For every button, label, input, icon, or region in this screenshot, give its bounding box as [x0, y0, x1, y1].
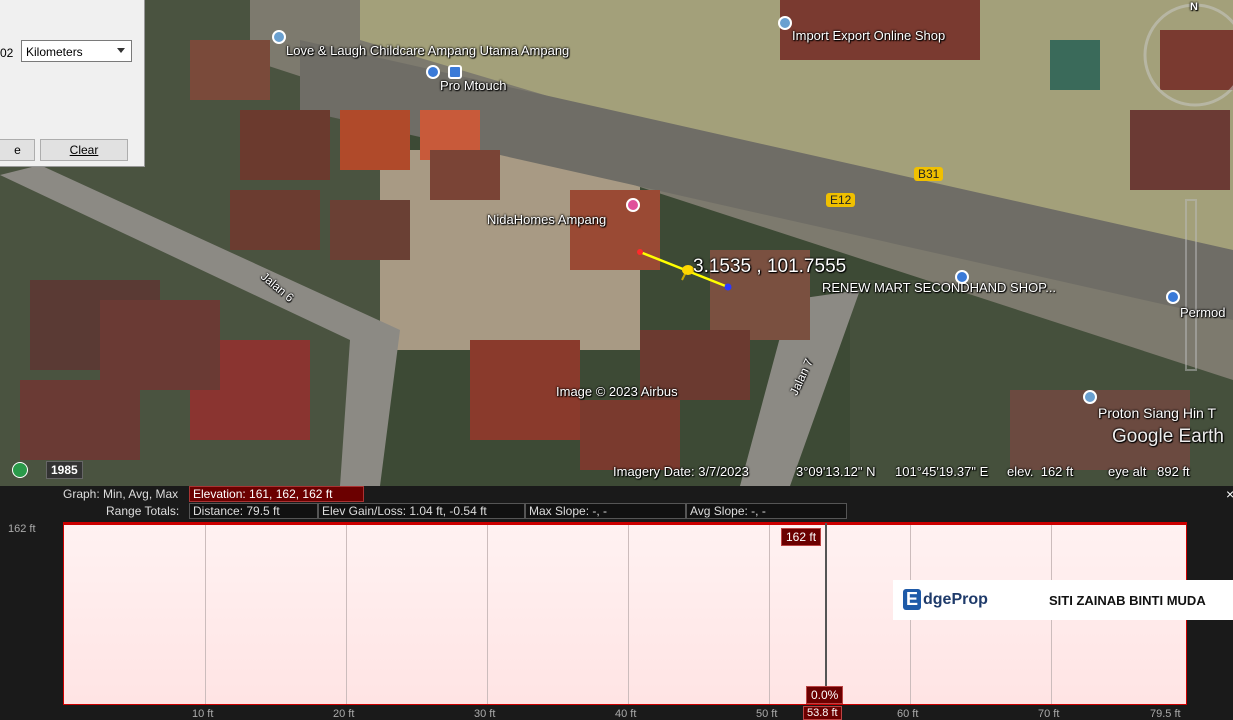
- transit-icon[interactable]: [448, 65, 462, 79]
- image-credit: Image © 2023 Airbus: [556, 384, 678, 399]
- grid-line: [628, 523, 629, 704]
- shop-pin-icon[interactable]: [626, 198, 640, 212]
- historical-imagery-control[interactable]: 1985: [12, 460, 83, 480]
- google-earth-logo: Google Earth: [1112, 426, 1224, 447]
- cursor-elevation-label: 162 ft: [781, 528, 822, 546]
- agent-name: SITI ZAINAB BINTI MUDA: [1049, 593, 1206, 608]
- cursor-distance-label: 53.8 ft: [803, 706, 842, 720]
- x-tick-label: 10 ft: [192, 708, 214, 720]
- path-start-point: [637, 249, 643, 255]
- profile-line: [64, 523, 1186, 525]
- avg-slope-value: Avg Slope: -, -: [686, 503, 847, 519]
- poi-marker-icon[interactable]: [1083, 390, 1097, 404]
- map-label-import-export[interactable]: Import Export Online Shop: [792, 28, 945, 43]
- map-label-pro-mtouch[interactable]: Pro Mtouch: [440, 78, 506, 93]
- compass-north-icon[interactable]: N: [1190, 1, 1198, 13]
- distance-value: Distance: 79.5 ft: [189, 503, 318, 519]
- clear-button[interactable]: Clear: [40, 139, 128, 161]
- y-axis-top-label: 162 ft: [8, 523, 36, 535]
- imagery-date: Imagery Date: 3/7/2023: [613, 464, 749, 479]
- grid-line: [769, 523, 770, 704]
- ruler-panel: 02 Kilometers e Clear: [0, 0, 145, 167]
- x-tick-label: 60 ft: [897, 708, 919, 720]
- elevation-stats: Elevation: 161, 162, 162 ft: [189, 486, 364, 502]
- length-value-fragment: 02: [0, 46, 14, 60]
- shopping-bag-icon[interactable]: [955, 270, 969, 284]
- map-label-childcare[interactable]: Love & Laugh Childcare Ampang Utama Ampa…: [286, 43, 569, 58]
- range-totals-label: Range Totals:: [106, 504, 180, 518]
- grid-line: [346, 523, 347, 704]
- x-tick-label: 79.5 ft: [1150, 708, 1181, 720]
- status-elevation: elev. 162 ft: [1007, 464, 1074, 479]
- chevron-down-icon: [117, 48, 125, 53]
- profile-cursor-line[interactable]: [825, 523, 827, 704]
- map-label-proton[interactable]: Proton Siang Hin T: [1098, 405, 1216, 421]
- path-end-point: [724, 283, 732, 291]
- poi-marker-icon[interactable]: [778, 16, 792, 30]
- graph-label: Graph: Min, Avg, Max: [63, 487, 179, 501]
- x-tick-label: 20 ft: [333, 708, 355, 720]
- map-view[interactable]: Love & Laugh Childcare Ampang Utama Ampa…: [0, 0, 1233, 486]
- clock-icon[interactable]: [12, 462, 28, 478]
- status-latitude: 3°09'13.12" N: [796, 464, 876, 479]
- edgeprop-logo-text: dgeProp: [923, 591, 988, 608]
- x-tick-label: 40 ft: [615, 708, 637, 720]
- satellite-imagery: [0, 0, 1233, 486]
- coordinate-overlay: 3.1535 , 101.7555: [693, 256, 847, 277]
- unit-select[interactable]: Kilometers: [21, 40, 132, 62]
- bus-stop-icon[interactable]: [426, 65, 440, 79]
- poi-marker-icon[interactable]: [272, 30, 286, 44]
- x-tick-label: 50 ft: [756, 708, 778, 720]
- status-eye-altitude: eye alt 892 ft: [1108, 464, 1190, 479]
- x-tick-label: 70 ft: [1038, 708, 1060, 720]
- mouse-navigation-button[interactable]: e: [0, 139, 35, 161]
- shopping-bag-icon[interactable]: [1166, 290, 1180, 304]
- edgeprop-logo-mark: E: [903, 589, 922, 610]
- unit-select-value: Kilometers: [26, 45, 83, 59]
- map-label-renew-mart[interactable]: RENEW MART SECONDHAND SHOP...: [822, 280, 1056, 295]
- grid-line: [487, 523, 488, 704]
- max-slope-value: Max Slope: -, -: [525, 503, 686, 519]
- x-tick-label: 30 ft: [474, 708, 496, 720]
- close-profile-icon[interactable]: ×: [1226, 486, 1233, 502]
- elev-gain-loss-value: Elev Gain/Loss: 1.04 ft, -0.54 ft: [318, 503, 525, 519]
- edgeprop-watermark: E dgeProp SITI ZAINAB BINTI MUDA: [893, 580, 1233, 620]
- highway-shield-b31: B31: [914, 167, 944, 181]
- highway-shield-e12: E12: [826, 193, 856, 207]
- map-label-nida-homes[interactable]: NidaHomes Ampang: [487, 212, 606, 227]
- cursor-slope-label: 0.0%: [806, 686, 844, 704]
- status-longitude: 101°45'19.37" E: [895, 464, 989, 479]
- imagery-year[interactable]: 1985: [46, 461, 83, 479]
- map-label-permod[interactable]: Permod: [1180, 305, 1226, 320]
- grid-line: [205, 523, 206, 704]
